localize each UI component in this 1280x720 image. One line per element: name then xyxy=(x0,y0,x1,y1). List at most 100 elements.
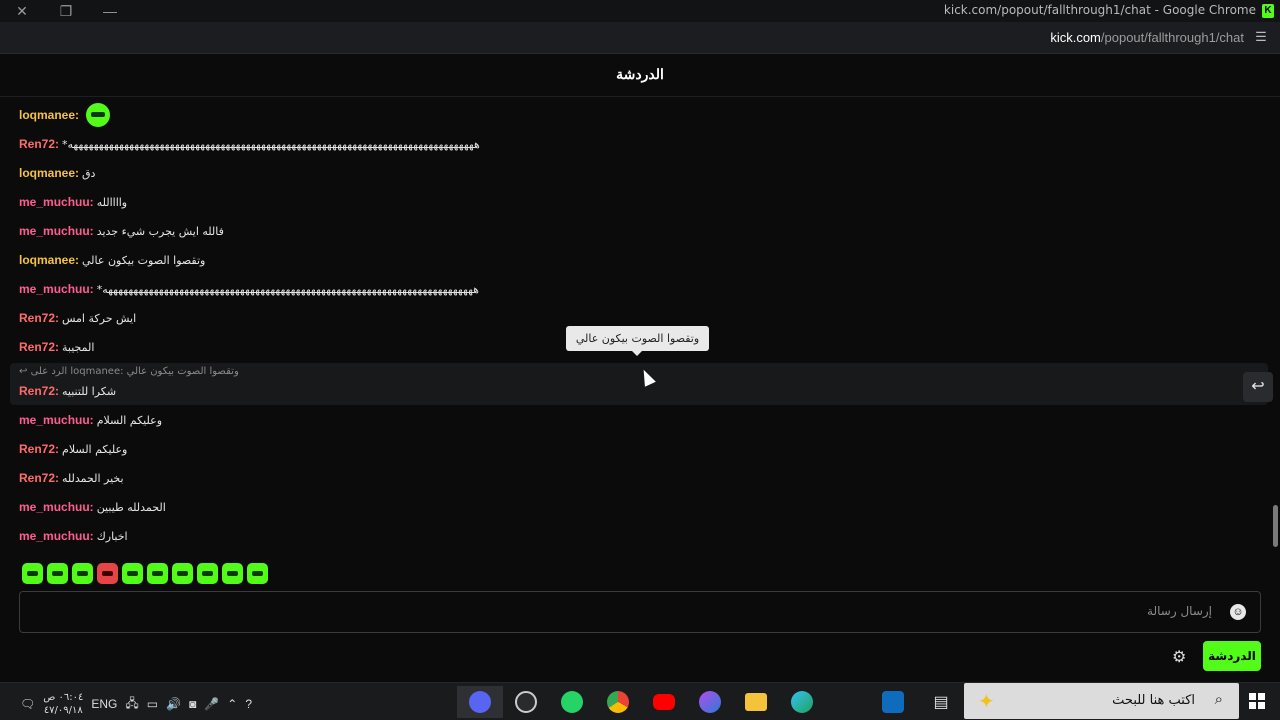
message-tooltip: وتقصوا الصوت بيكون عالي xyxy=(566,326,709,356)
microsoft-365-icon xyxy=(699,691,721,713)
chat-text: ايش حركة امس xyxy=(62,311,137,325)
chat-settings-gear-icon[interactable]: ⚙ xyxy=(1172,647,1186,667)
chat-username[interactable]: me_muchuu: xyxy=(19,413,94,427)
send-chat-button[interactable]: الدردشة xyxy=(1203,641,1261,671)
obs-icon xyxy=(515,691,537,713)
chat-message[interactable]: me_muchuu: *ههههههههههههههههههههههههههههه… xyxy=(19,277,479,301)
notifications-icon[interactable]: 🗨 xyxy=(20,697,35,711)
chat-message[interactable]: me_muchuu: فالله ايش يجرب شيء جديد xyxy=(19,219,224,243)
chat-username[interactable]: loqmanee: xyxy=(19,166,79,180)
language-indicator[interactable]: ENG xyxy=(91,697,117,711)
chat-text: اخبارك xyxy=(96,529,128,543)
discord-icon xyxy=(469,691,491,713)
chat-username[interactable]: loqmanee: xyxy=(19,253,79,267)
copilot-sparkle-icon: ✦ xyxy=(978,691,995,713)
emote-icon[interactable] xyxy=(222,563,243,584)
taskbar-app-edge[interactable] xyxy=(779,686,825,718)
taskbar-app-obs[interactable] xyxy=(503,686,549,718)
folder-icon xyxy=(745,693,767,711)
battery-icon[interactable]: ▭ xyxy=(147,697,158,711)
system-tray: 🗨 ٠٦:٠٤ ص ٤٧/٠٩/١٨ ENG 🖧 ▭ 🔊 ◙ 🎤 ⌃ ? xyxy=(20,691,252,717)
chat-message[interactable]: loqmanee: وتقصوا الصوت بيكون عالي xyxy=(19,248,205,272)
chat-username[interactable]: Ren72: xyxy=(19,340,59,354)
emote-icon[interactable] xyxy=(147,563,168,584)
chat-message[interactable]: loqmanee: دق xyxy=(19,161,95,185)
chat-text: شكرا للتنبيه xyxy=(62,384,117,398)
chat-text: *ههههههههههههههههههههههههههههههههههههههه… xyxy=(96,282,479,296)
window-title: kick.com/popout/fallthrough1/chat - Goog… xyxy=(943,3,1256,17)
chat-username[interactable]: me_muchuu: xyxy=(19,224,94,238)
chat-text: بخير الحمدلله xyxy=(62,471,124,485)
taskbar-app-explorer[interactable] xyxy=(733,686,779,718)
chevron-up-icon[interactable]: ⌃ xyxy=(227,697,237,711)
emote-icon[interactable] xyxy=(47,563,68,584)
chat-message[interactable]: Ren72: وعليكم السلام xyxy=(19,437,127,461)
chat-message[interactable]: me_muchuu: وعليكم السلام xyxy=(19,408,162,432)
restore-window-button[interactable]: ❐ xyxy=(44,0,88,22)
taskbar-app-discord[interactable] xyxy=(457,686,503,718)
chat-message[interactable]: me_muchuu: واااالله xyxy=(19,190,127,214)
youtube-icon xyxy=(653,694,675,710)
chat-username[interactable]: me_muchuu: xyxy=(19,282,94,296)
search-placeholder: اكتب هنا للبحث xyxy=(1112,693,1195,708)
chat-text: المجيبة xyxy=(62,340,95,354)
taskbar-app-whatsapp[interactable] xyxy=(549,686,595,718)
taskbar-app-youtube[interactable] xyxy=(641,686,687,718)
chat-message[interactable]: Ren72: بخير الحمدلله xyxy=(19,466,124,490)
clock[interactable]: ٠٦:٠٤ ص ٤٧/٠٩/١٨ xyxy=(43,691,83,717)
chat-message[interactable]: me_muchuu: اخبارك xyxy=(19,524,128,548)
chat-message[interactable]: me_muchuu: الحمدلله طيبين xyxy=(19,495,166,519)
chat-username[interactable]: me_muchuu: xyxy=(19,500,94,514)
chat-message[interactable]: Ren72: شكرا للتنبيه xyxy=(19,379,116,403)
site-settings-icon[interactable]: ☰ xyxy=(1252,29,1270,47)
message-input[interactable]: إرسال رسالة ☺ xyxy=(19,591,1261,633)
chat-text: وتقصوا الصوت بيكون عالي xyxy=(82,253,206,267)
volume-icon[interactable]: 🔊 xyxy=(166,697,181,711)
taskbar-apps xyxy=(457,686,825,718)
help-icon[interactable]: ? xyxy=(245,697,252,711)
emote-icon[interactable] xyxy=(172,563,193,584)
chat-username[interactable]: Ren72: xyxy=(19,442,59,456)
network-icon[interactable]: 🖧 xyxy=(125,694,138,715)
chat-text: وعليكم السلام xyxy=(62,442,128,456)
chat-text: الحمدلله طيبين xyxy=(96,500,166,514)
edge-icon xyxy=(791,691,813,713)
chat-username[interactable]: me_muchuu: xyxy=(19,529,94,543)
chat-username[interactable]: loqmanee: xyxy=(19,108,79,122)
chat-message[interactable]: Ren72: *ههههههههههههههههههههههههههههههههه… xyxy=(19,132,480,156)
chat-message[interactable]: loqmanee: xyxy=(19,103,111,127)
minimize-window-button[interactable]: — xyxy=(88,0,132,22)
emote-icon[interactable] xyxy=(197,563,218,584)
chat-username[interactable]: me_muchuu: xyxy=(19,195,94,209)
chat-scrollbar[interactable] xyxy=(1273,505,1278,547)
chat-username[interactable]: Ren72: xyxy=(19,311,59,325)
taskbar-app-outlook[interactable] xyxy=(870,686,916,718)
chat-username[interactable]: Ren72: xyxy=(19,384,59,398)
kick-logo-icon: K xyxy=(1262,4,1274,18)
emoji-picker-icon[interactable]: ☺ xyxy=(1230,604,1246,620)
chat-header-title: الدردشة xyxy=(0,55,1280,97)
taskbar-search[interactable]: ✦ اكتب هنا للبحث ⌕ xyxy=(964,683,1239,719)
taskbar-app-m365[interactable] xyxy=(687,686,733,718)
emote-bar xyxy=(22,563,268,585)
microphone-icon[interactable]: 🎤 xyxy=(204,697,219,711)
webcam-icon[interactable]: ◙ xyxy=(189,697,196,711)
chat-text: فالله ايش يجرب شيء جديد xyxy=(96,224,224,238)
windows-start-icon[interactable] xyxy=(1249,693,1265,709)
emote-icon[interactable] xyxy=(97,563,118,584)
url-text[interactable]: kick.com/popout/fallthrough1/chat xyxy=(1050,30,1244,45)
emote-icon[interactable] xyxy=(72,563,93,584)
close-window-button[interactable]: ✕ xyxy=(0,0,44,22)
emote-icon[interactable] xyxy=(247,563,268,584)
search-icon: ⌕ xyxy=(1214,691,1223,708)
address-bar[interactable]: kick.com/popout/fallthrough1/chat ☰ xyxy=(0,22,1280,54)
task-view-icon[interactable]: ▤ xyxy=(918,686,964,718)
chat-username[interactable]: Ren72: xyxy=(19,137,59,151)
chat-message[interactable]: Ren72: ايش حركة امس xyxy=(19,306,136,330)
chat-username[interactable]: Ren72: xyxy=(19,471,59,485)
emote-icon[interactable] xyxy=(22,563,43,584)
emote-icon[interactable] xyxy=(122,563,143,584)
chat-message[interactable]: Ren72: المجيبة xyxy=(19,335,94,359)
taskbar-app-chrome[interactable] xyxy=(595,686,641,718)
chat-text: *ههههههههههههههههههههههههههههههههههههههه… xyxy=(62,137,480,151)
